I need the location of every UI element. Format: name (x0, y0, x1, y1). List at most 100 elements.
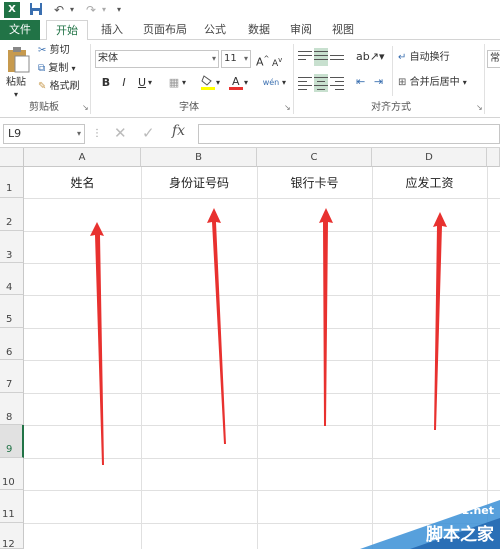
tab-page-layout[interactable]: 页面布局 (138, 20, 192, 40)
fill-color-dropdown-icon[interactable]: ▾ (214, 74, 222, 92)
redo-icon[interactable]: ↷ (84, 2, 98, 18)
cell-d1[interactable]: 应发工资 (372, 174, 487, 191)
align-middle-icon[interactable] (314, 48, 328, 66)
gridline (24, 458, 500, 459)
format-painter-button[interactable]: ✎ 格式刷 (38, 80, 80, 94)
align-center-icon[interactable] (314, 74, 328, 92)
watermark-name: 脚本之家 (426, 525, 494, 545)
paintbrush-icon: ✎ (38, 81, 47, 92)
italic-button[interactable]: I (116, 74, 132, 92)
column-header-a[interactable]: A (24, 148, 141, 167)
merge-dropdown-icon[interactable]: ▾ (463, 78, 467, 87)
tab-view[interactable]: 视图 (326, 20, 360, 40)
gridline (257, 167, 258, 549)
copy-button[interactable]: ⧉ 复制 ▾ (38, 62, 76, 76)
shrink-font-icon[interactable]: Av (272, 53, 282, 71)
row-header-8[interactable]: 8 (0, 393, 24, 425)
insert-function-icon[interactable]: fx (172, 123, 185, 139)
name-box[interactable]: L9 ▾ (3, 124, 85, 144)
number-format-value: 常 (490, 53, 500, 64)
excel-logo-icon: X (4, 2, 20, 18)
column-header-c[interactable]: C (257, 148, 372, 167)
alignment-launcher-icon[interactable]: ↘ (476, 101, 483, 115)
customize-icon[interactable]: ▾ (114, 2, 124, 18)
cell-a1[interactable]: 姓名 (24, 174, 141, 191)
row-header-7[interactable]: 7 (0, 360, 24, 393)
bold-button[interactable]: B (98, 74, 114, 92)
gridline (24, 393, 500, 394)
tab-file[interactable]: 文件 (0, 20, 40, 40)
align-top-icon[interactable] (298, 48, 312, 66)
group-separator (484, 44, 485, 114)
merge-center-button[interactable]: ⊞ 合并后居中 ▾ (398, 76, 467, 90)
save-icon[interactable] (28, 2, 44, 18)
formula-input[interactable] (198, 124, 500, 144)
align-left-icon[interactable] (298, 74, 312, 92)
tab-review[interactable]: 审阅 (284, 20, 318, 40)
phonetic-dropdown-icon[interactable]: ▾ (280, 74, 288, 92)
clipboard-launcher-icon[interactable]: ↘ (82, 101, 89, 115)
border-dropdown-icon[interactable]: ▾ (180, 74, 188, 92)
column-header-d[interactable]: D (372, 148, 487, 167)
tab-insert[interactable]: 插入 (94, 20, 130, 40)
row-header-12[interactable]: 12 (0, 523, 24, 549)
gridline (24, 360, 500, 361)
align-right-icon[interactable] (330, 74, 344, 92)
copy-dropdown-icon[interactable]: ▾ (72, 64, 76, 73)
undo-dropdown-icon[interactable]: ▾ (68, 2, 76, 18)
orientation-icon[interactable]: ab↗▾ (356, 50, 384, 64)
font-name-value: 宋体 (98, 53, 118, 64)
cell-b1[interactable]: 身份证号码 (141, 174, 257, 191)
gridline (24, 425, 500, 426)
row-header-1[interactable]: 1 (0, 167, 24, 198)
ribbon-home: 粘贴 ▾ ✂ 剪切 ⧉ 复制 ▾ ✎ 格式刷 剪贴板 ↘ 宋体 ▾ 11 ▾ A… (0, 40, 500, 118)
decrease-indent-icon[interactable]: ⇤ (356, 75, 365, 89)
phonetic-icon[interactable]: wén (262, 74, 280, 92)
ribbon-tabs: 文件 开始 插入 页面布局 公式 数据 审阅 视图 (0, 20, 500, 41)
increase-indent-icon[interactable]: ⇥ (374, 75, 383, 89)
wrap-text-button[interactable]: ↵ 自动换行 (398, 51, 450, 65)
row-header-9[interactable]: 9 (0, 425, 24, 458)
formula-bar-grip-icon: ⋮ (92, 128, 102, 139)
tab-home[interactable]: 开始 (46, 20, 88, 41)
redo-dropdown-icon[interactable]: ▾ (100, 2, 108, 18)
column-header-b[interactable]: B (141, 148, 257, 167)
align-bottom-icon[interactable] (330, 48, 344, 66)
row-header-4[interactable]: 4 (0, 263, 24, 295)
enter-icon[interactable]: ✓ (142, 124, 155, 142)
gridline (24, 231, 500, 232)
row-header-5[interactable]: 5 (0, 295, 24, 328)
row-header-11[interactable]: 11 (0, 490, 24, 523)
cell-c1[interactable]: 银行卡号 (257, 174, 372, 191)
column-header-e[interactable] (487, 148, 500, 167)
formula-bar: L9 ▾ ⋮ ✕ ✓ fx (0, 118, 500, 148)
tab-data[interactable]: 数据 (242, 20, 276, 40)
watermark-site: jb51.net (442, 504, 494, 517)
gridline (24, 295, 500, 296)
font-name-select[interactable]: 宋体 ▾ (95, 50, 219, 68)
cancel-icon[interactable]: ✕ (114, 124, 127, 142)
font-size-select[interactable]: 11 ▾ (221, 50, 251, 68)
number-format-select[interactable]: 常 (487, 50, 500, 68)
font-size-value: 11 (224, 53, 237, 64)
row-header-10[interactable]: 10 (0, 458, 24, 490)
tab-formulas[interactable]: 公式 (198, 20, 232, 40)
clipboard-group-label: 剪贴板 (29, 102, 59, 113)
row-header-6[interactable]: 6 (0, 328, 24, 360)
select-all-corner[interactable] (0, 148, 24, 167)
quick-access-toolbar: X ↶ ▾ ↷ ▾ ▾ (0, 0, 500, 20)
font-color-dropdown-icon[interactable]: ▾ (242, 74, 250, 92)
chevron-down-icon: ▾ (211, 54, 216, 63)
row-header-2[interactable]: 2 (0, 198, 24, 231)
grow-font-icon[interactable]: A^ (256, 52, 269, 70)
paste-button[interactable]: 粘贴 ▾ (4, 44, 32, 99)
undo-icon[interactable]: ↶ (52, 2, 66, 18)
paste-dropdown-icon[interactable]: ▾ (14, 88, 18, 102)
cut-button[interactable]: ✂ 剪切 (38, 44, 70, 58)
paste-icon (8, 47, 30, 73)
svg-text:A: A (232, 75, 240, 88)
underline-dropdown-icon[interactable]: ▾ (146, 74, 154, 92)
font-launcher-icon[interactable]: ↘ (284, 101, 291, 115)
gridline (24, 198, 500, 199)
row-header-3[interactable]: 3 (0, 231, 24, 263)
